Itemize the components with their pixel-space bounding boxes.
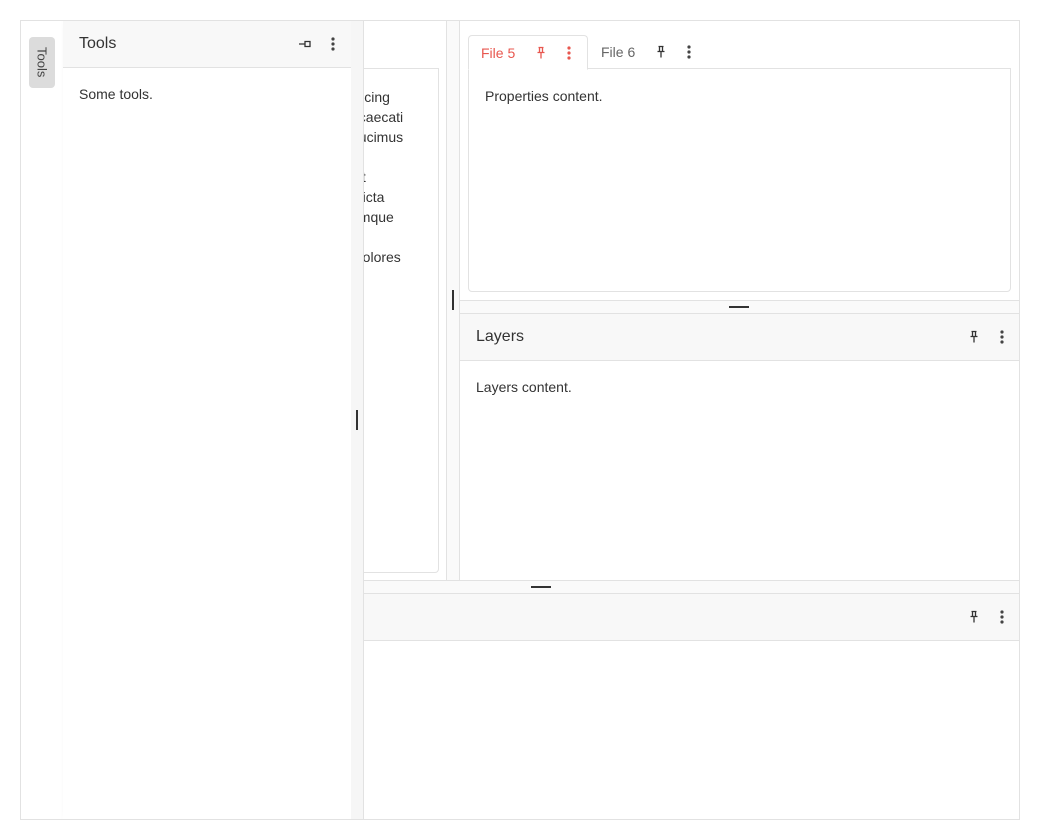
workspace-frame: Tools isicingocaecatiducimusgit dictaemq… [20, 20, 1020, 820]
more-vertical-icon[interactable] [555, 39, 583, 67]
editor-panel: isicingocaecatiducimusgit dictaemque dol… [351, 68, 439, 573]
splitter-grip [531, 586, 551, 588]
rail-tab-label: Tools [34, 47, 50, 78]
splitter-grip [729, 306, 749, 308]
pin-icon[interactable] [960, 603, 988, 631]
tab-label: File 5 [481, 44, 516, 61]
tools-resize-handle[interactable] [351, 21, 364, 819]
layers-header: Layers [460, 314, 1019, 361]
vertical-splitter[interactable] [446, 21, 460, 581]
layers-title: Layers [476, 328, 525, 345]
rail-tab-tools[interactable]: Tools [29, 37, 55, 88]
horizontal-splitter[interactable] [459, 300, 1019, 314]
tab-file-5[interactable]: File 5 [468, 35, 588, 70]
left-rail: Tools [21, 21, 64, 819]
horizontal-splitter-bottom[interactable] [351, 580, 1019, 594]
more-vertical-icon[interactable] [988, 323, 1016, 351]
properties-content: Properties content. [485, 88, 603, 104]
pin-icon[interactable] [960, 323, 988, 351]
tools-content: Some tools. [79, 86, 153, 102]
splitter-grip [452, 290, 454, 310]
tab-file-6[interactable]: File 6 [589, 35, 719, 68]
tab-label: File 6 [601, 43, 636, 60]
panel-divider [459, 21, 460, 581]
tab-bar: File 5 File 6 [468, 35, 1019, 70]
tools-header: Tools [63, 21, 351, 68]
pin-icon[interactable] [647, 38, 675, 66]
more-vertical-icon[interactable] [988, 603, 1016, 631]
more-vertical-icon[interactable] [319, 30, 347, 58]
tools-title: Tools [79, 35, 117, 52]
splitter-grip [356, 410, 358, 430]
bottom-panel-header [351, 594, 1019, 641]
tools-panel: Tools Some tools. [63, 21, 352, 819]
properties-panel: Properties content. [468, 68, 1011, 292]
layers-content: Layers content. [476, 379, 572, 395]
unpin-icon[interactable] [291, 30, 319, 58]
pin-icon[interactable] [527, 39, 555, 67]
more-vertical-icon[interactable] [675, 38, 703, 66]
